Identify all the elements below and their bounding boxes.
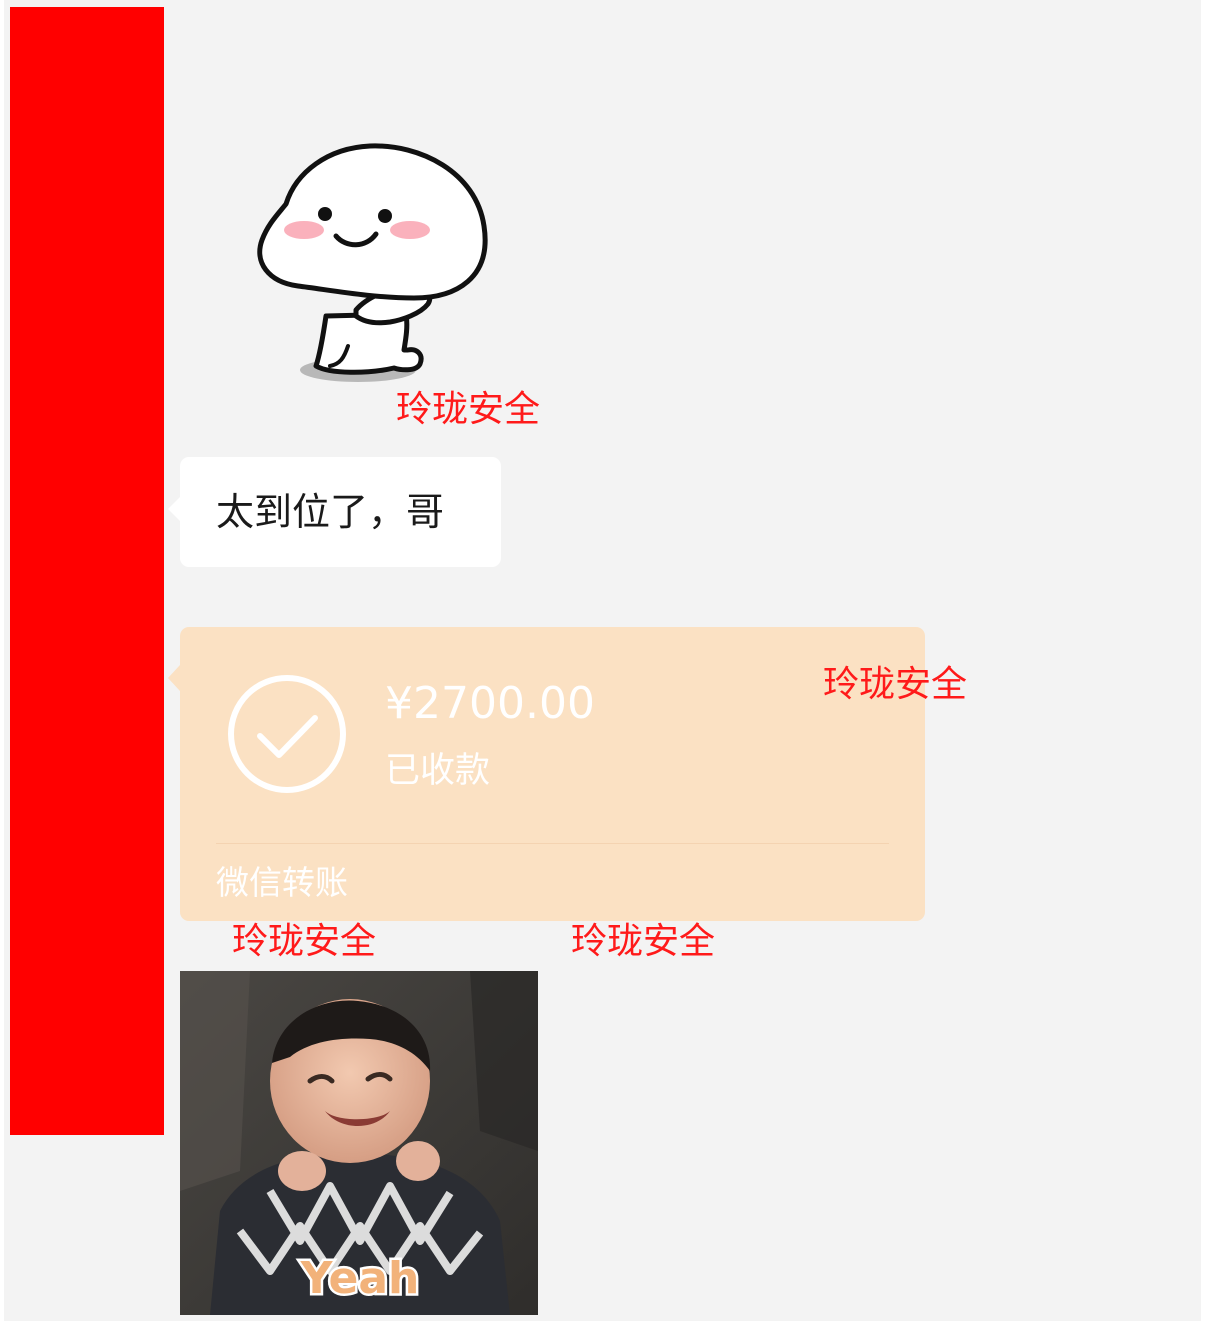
sticker-left-blush [284,221,324,239]
transfer-status: 已收款 [385,751,491,791]
transfer-footer-label: 微信转账 [216,863,348,902]
transfer-amount: ¥2700.00 [385,678,595,729]
photo-caption: Yeah [300,1253,420,1304]
redaction-bar [10,7,164,1135]
sticker-head [257,143,488,301]
message-text: 太到位了，哥 [216,490,445,534]
watermark-label: 玲珑安全 [232,921,377,962]
sticker-left-eye [318,207,332,221]
smiling-round-head-sticker-icon[interactable] [248,138,498,390]
transfer-divider [216,843,889,844]
sticker-right-blush [390,221,430,239]
transfer-card[interactable]: ¥2700.00 已收款 微信转账 [168,627,925,921]
yeah-gif-image[interactable]: Yeah [180,971,538,1315]
message-bubble[interactable]: 太到位了，哥 [168,457,501,567]
chat-screen: 玲珑安全 太到位了，哥 ¥2700.00 已收款 微信转账 玲珑安全 玲珑安全 … [0,0,1205,1321]
sticker-right-eye [378,209,392,223]
watermark-label: 玲珑安全 [571,921,716,962]
watermark-label: 玲珑安全 [396,389,541,430]
check-circle-icon [228,675,346,793]
watermark-label: 玲珑安全 [823,664,968,705]
